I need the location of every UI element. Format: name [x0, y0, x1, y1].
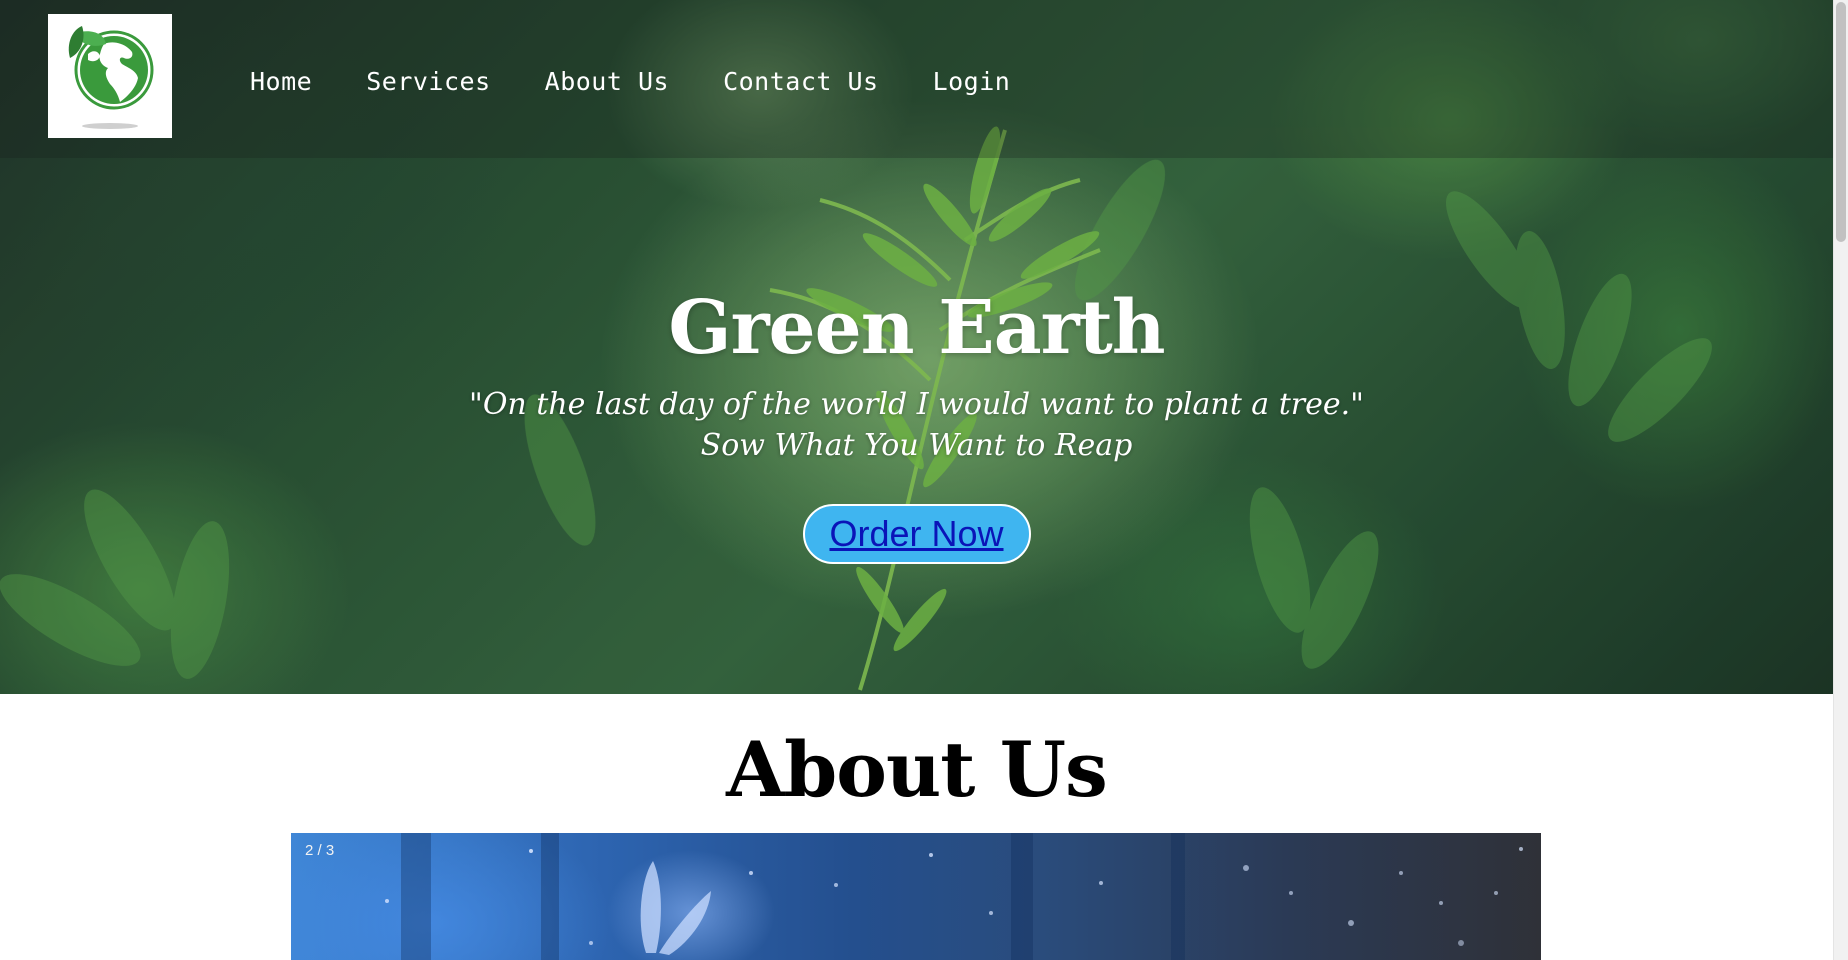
- nav-links: Home Services About Us Contact Us Login: [250, 64, 1010, 100]
- hero-content: Green Earth "On the last day of the worl…: [0, 280, 1833, 564]
- hero-quote: "On the last day of the world I would wa…: [469, 387, 1364, 422]
- site-logo[interactable]: [48, 14, 172, 138]
- nav-link-home[interactable]: Home: [250, 64, 312, 100]
- top-navbar: Home Services About Us Contact Us Login: [0, 0, 1833, 158]
- order-now-button[interactable]: Order Now: [802, 504, 1031, 564]
- about-slideshow[interactable]: 2 / 3: [291, 833, 1541, 960]
- scrollbar-thumb[interactable]: [1836, 2, 1846, 242]
- slide-image: [385, 833, 1523, 960]
- nav-link-contact-us[interactable]: Contact Us: [723, 64, 879, 100]
- nav-link-about-us[interactable]: About Us: [545, 64, 669, 100]
- page-scrollbar[interactable]: [1833, 0, 1848, 960]
- hero-section: Home Services About Us Contact Us Login …: [0, 0, 1833, 694]
- nav-link-login[interactable]: Login: [933, 64, 1011, 100]
- about-section-title: About Us: [726, 725, 1108, 814]
- slide-counter: 2 / 3: [305, 842, 335, 859]
- hero-tagline: Sow What You Want to Reap: [700, 428, 1133, 463]
- nav-link-services[interactable]: Services: [366, 64, 490, 100]
- hero-title: Green Earth: [668, 285, 1165, 371]
- globe-leaf-icon: [68, 26, 154, 129]
